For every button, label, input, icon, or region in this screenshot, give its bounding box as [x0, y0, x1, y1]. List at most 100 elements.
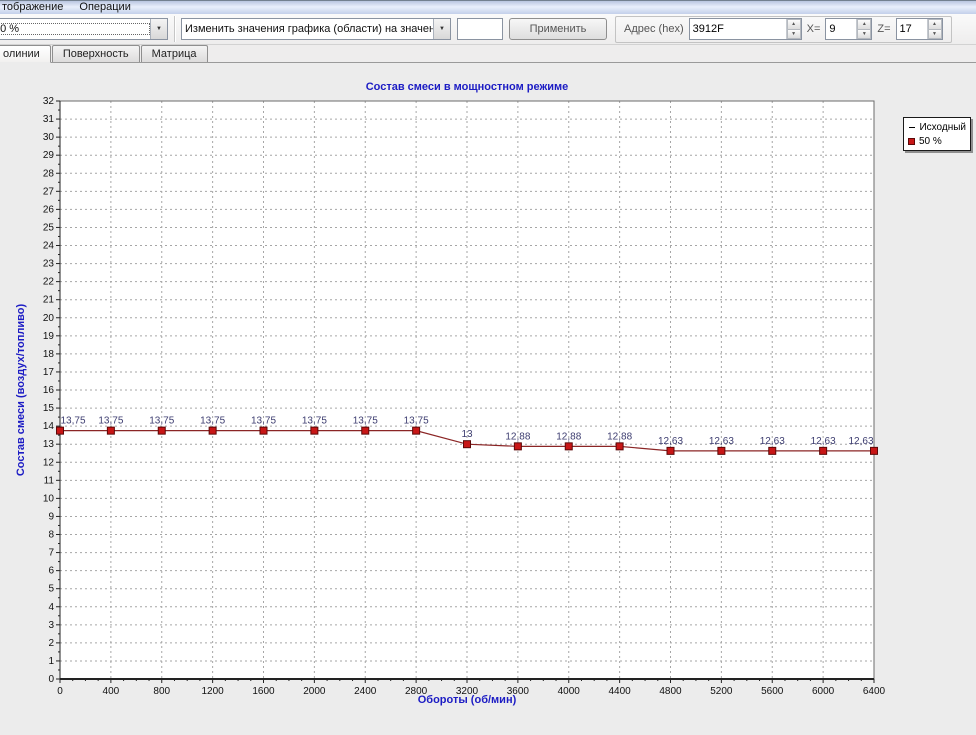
- legend-item-original: Исходный: [908, 121, 966, 133]
- svg-text:31: 31: [43, 114, 55, 125]
- tab-matrix[interactable]: Матрица: [141, 45, 208, 62]
- data-point-marker[interactable]: [769, 447, 776, 454]
- z-spin-edit: ▲ ▼: [896, 18, 943, 40]
- chevron-down-icon[interactable]: ▼: [150, 19, 167, 39]
- x-spin-buttons: ▲ ▼: [856, 19, 871, 39]
- menu-item-display[interactable]: тображение: [0, 1, 71, 14]
- svg-text:0: 0: [48, 674, 54, 685]
- value-input[interactable]: [457, 18, 503, 40]
- svg-text:15: 15: [43, 403, 55, 414]
- chart-panel: 0123456789101112131415161718192021222324…: [0, 63, 976, 735]
- data-point-marker[interactable]: [464, 441, 471, 448]
- square-marker-icon: [908, 138, 915, 145]
- action-combo-value: Изменить значения графика (области) на з…: [182, 23, 433, 35]
- chevron-down-icon[interactable]: ▼: [433, 19, 450, 39]
- svg-text:6: 6: [48, 566, 54, 577]
- data-point-label: 13,75: [251, 416, 276, 427]
- data-point-marker[interactable]: [57, 427, 64, 434]
- legend-label: 50 %: [919, 136, 942, 147]
- percent-combo[interactable]: 50 % ▼: [0, 18, 168, 40]
- spin-down-icon[interactable]: ▼: [787, 29, 801, 40]
- svg-text:21: 21: [43, 295, 55, 306]
- data-point-label: 13,75: [353, 416, 378, 427]
- action-combo[interactable]: Изменить значения графика (области) на з…: [181, 18, 451, 40]
- tab-isolines[interactable]: олинии: [0, 45, 51, 63]
- spin-up-icon[interactable]: ▲: [857, 19, 871, 29]
- address-spin-edit: ▲ ▼: [689, 18, 802, 40]
- data-point-label: 12,63: [658, 436, 683, 447]
- x-input[interactable]: [826, 19, 856, 39]
- tab-surface[interactable]: Поверхность: [52, 45, 140, 62]
- data-point-marker[interactable]: [718, 447, 725, 454]
- data-point-label: 12,63: [848, 436, 873, 447]
- svg-text:3: 3: [48, 620, 54, 631]
- svg-text:2: 2: [48, 638, 54, 649]
- apply-button[interactable]: Применить: [509, 18, 607, 40]
- data-point-marker[interactable]: [107, 427, 114, 434]
- line-arrow-marker-icon: [908, 123, 915, 132]
- application-window: { "menu": { "items": [ { "label": "тобра…: [0, 0, 976, 735]
- svg-text:8: 8: [48, 530, 54, 541]
- svg-text:17: 17: [43, 367, 55, 378]
- svg-text:26: 26: [43, 204, 55, 215]
- data-point-marker[interactable]: [362, 427, 369, 434]
- data-point-label: 13,75: [302, 416, 327, 427]
- x-spin-edit: ▲ ▼: [825, 18, 872, 40]
- svg-text:7: 7: [48, 548, 54, 559]
- svg-text:23: 23: [43, 259, 55, 270]
- spin-down-icon[interactable]: ▼: [928, 29, 942, 40]
- toolbar-separator: [174, 16, 175, 42]
- mixture-chart[interactable]: 0123456789101112131415161718192021222324…: [0, 63, 976, 735]
- data-point-marker[interactable]: [616, 443, 623, 450]
- svg-text:11: 11: [44, 475, 55, 486]
- chart-legend: Исходный 50 %: [903, 117, 971, 151]
- chart-title: Состав смеси в мощностном режиме: [60, 81, 874, 93]
- spin-up-icon[interactable]: ▲: [928, 19, 942, 29]
- tab-bar: олинии Поверхность Матрица: [0, 45, 976, 63]
- data-point-label: 13,75: [98, 416, 123, 427]
- data-point-marker[interactable]: [514, 443, 521, 450]
- z-spin-buttons: ▲ ▼: [927, 19, 942, 39]
- z-input[interactable]: [897, 19, 927, 39]
- data-point-label: 12,63: [811, 436, 836, 447]
- svg-text:5: 5: [48, 584, 54, 595]
- spin-up-icon[interactable]: ▲: [787, 19, 801, 29]
- svg-text:29: 29: [43, 150, 55, 161]
- data-point-label: 12,63: [760, 436, 785, 447]
- data-point-marker[interactable]: [260, 427, 267, 434]
- data-point-label: 13,75: [404, 416, 429, 427]
- data-point-label: 13,75: [200, 416, 225, 427]
- data-point-label: 12,88: [607, 431, 632, 442]
- percent-combo-value: 50 %: [0, 23, 150, 35]
- svg-text:14: 14: [43, 421, 55, 432]
- legend-item-50-percent: 50 %: [908, 135, 966, 147]
- svg-text:28: 28: [43, 168, 55, 179]
- data-point-marker[interactable]: [565, 443, 572, 450]
- menu-item-operations[interactable]: Операции: [71, 1, 138, 14]
- svg-text:9: 9: [48, 511, 54, 522]
- svg-text:12: 12: [43, 457, 55, 468]
- toolbar: 50 % ▼ Изменить значения графика (област…: [0, 14, 976, 45]
- data-point-marker[interactable]: [871, 447, 878, 454]
- data-point-marker[interactable]: [667, 447, 674, 454]
- svg-text:18: 18: [43, 349, 55, 360]
- data-point-marker[interactable]: [158, 427, 165, 434]
- data-point-marker[interactable]: [209, 427, 216, 434]
- spin-down-icon[interactable]: ▼: [857, 29, 871, 40]
- data-point-label: 12,88: [556, 431, 581, 442]
- data-point-marker[interactable]: [413, 427, 420, 434]
- address-label: Адрес (hex): [624, 23, 684, 35]
- x-axis-title: Обороты (об/мин): [60, 694, 874, 706]
- data-point-marker[interactable]: [820, 447, 827, 454]
- svg-text:13: 13: [43, 439, 55, 450]
- address-input[interactable]: [690, 19, 786, 39]
- svg-text:16: 16: [43, 385, 55, 396]
- address-group: Адрес (hex) ▲ ▼ X= ▲ ▼ Z= ▲ ▼: [615, 16, 952, 43]
- svg-text:20: 20: [43, 313, 55, 324]
- data-point-marker[interactable]: [311, 427, 318, 434]
- address-spin-buttons: ▲ ▼: [786, 19, 801, 39]
- y-axis-title: Состав смеси (воздух/топливо): [15, 304, 27, 476]
- svg-text:10: 10: [43, 493, 55, 504]
- x-label: X=: [807, 23, 821, 35]
- svg-text:25: 25: [43, 222, 55, 233]
